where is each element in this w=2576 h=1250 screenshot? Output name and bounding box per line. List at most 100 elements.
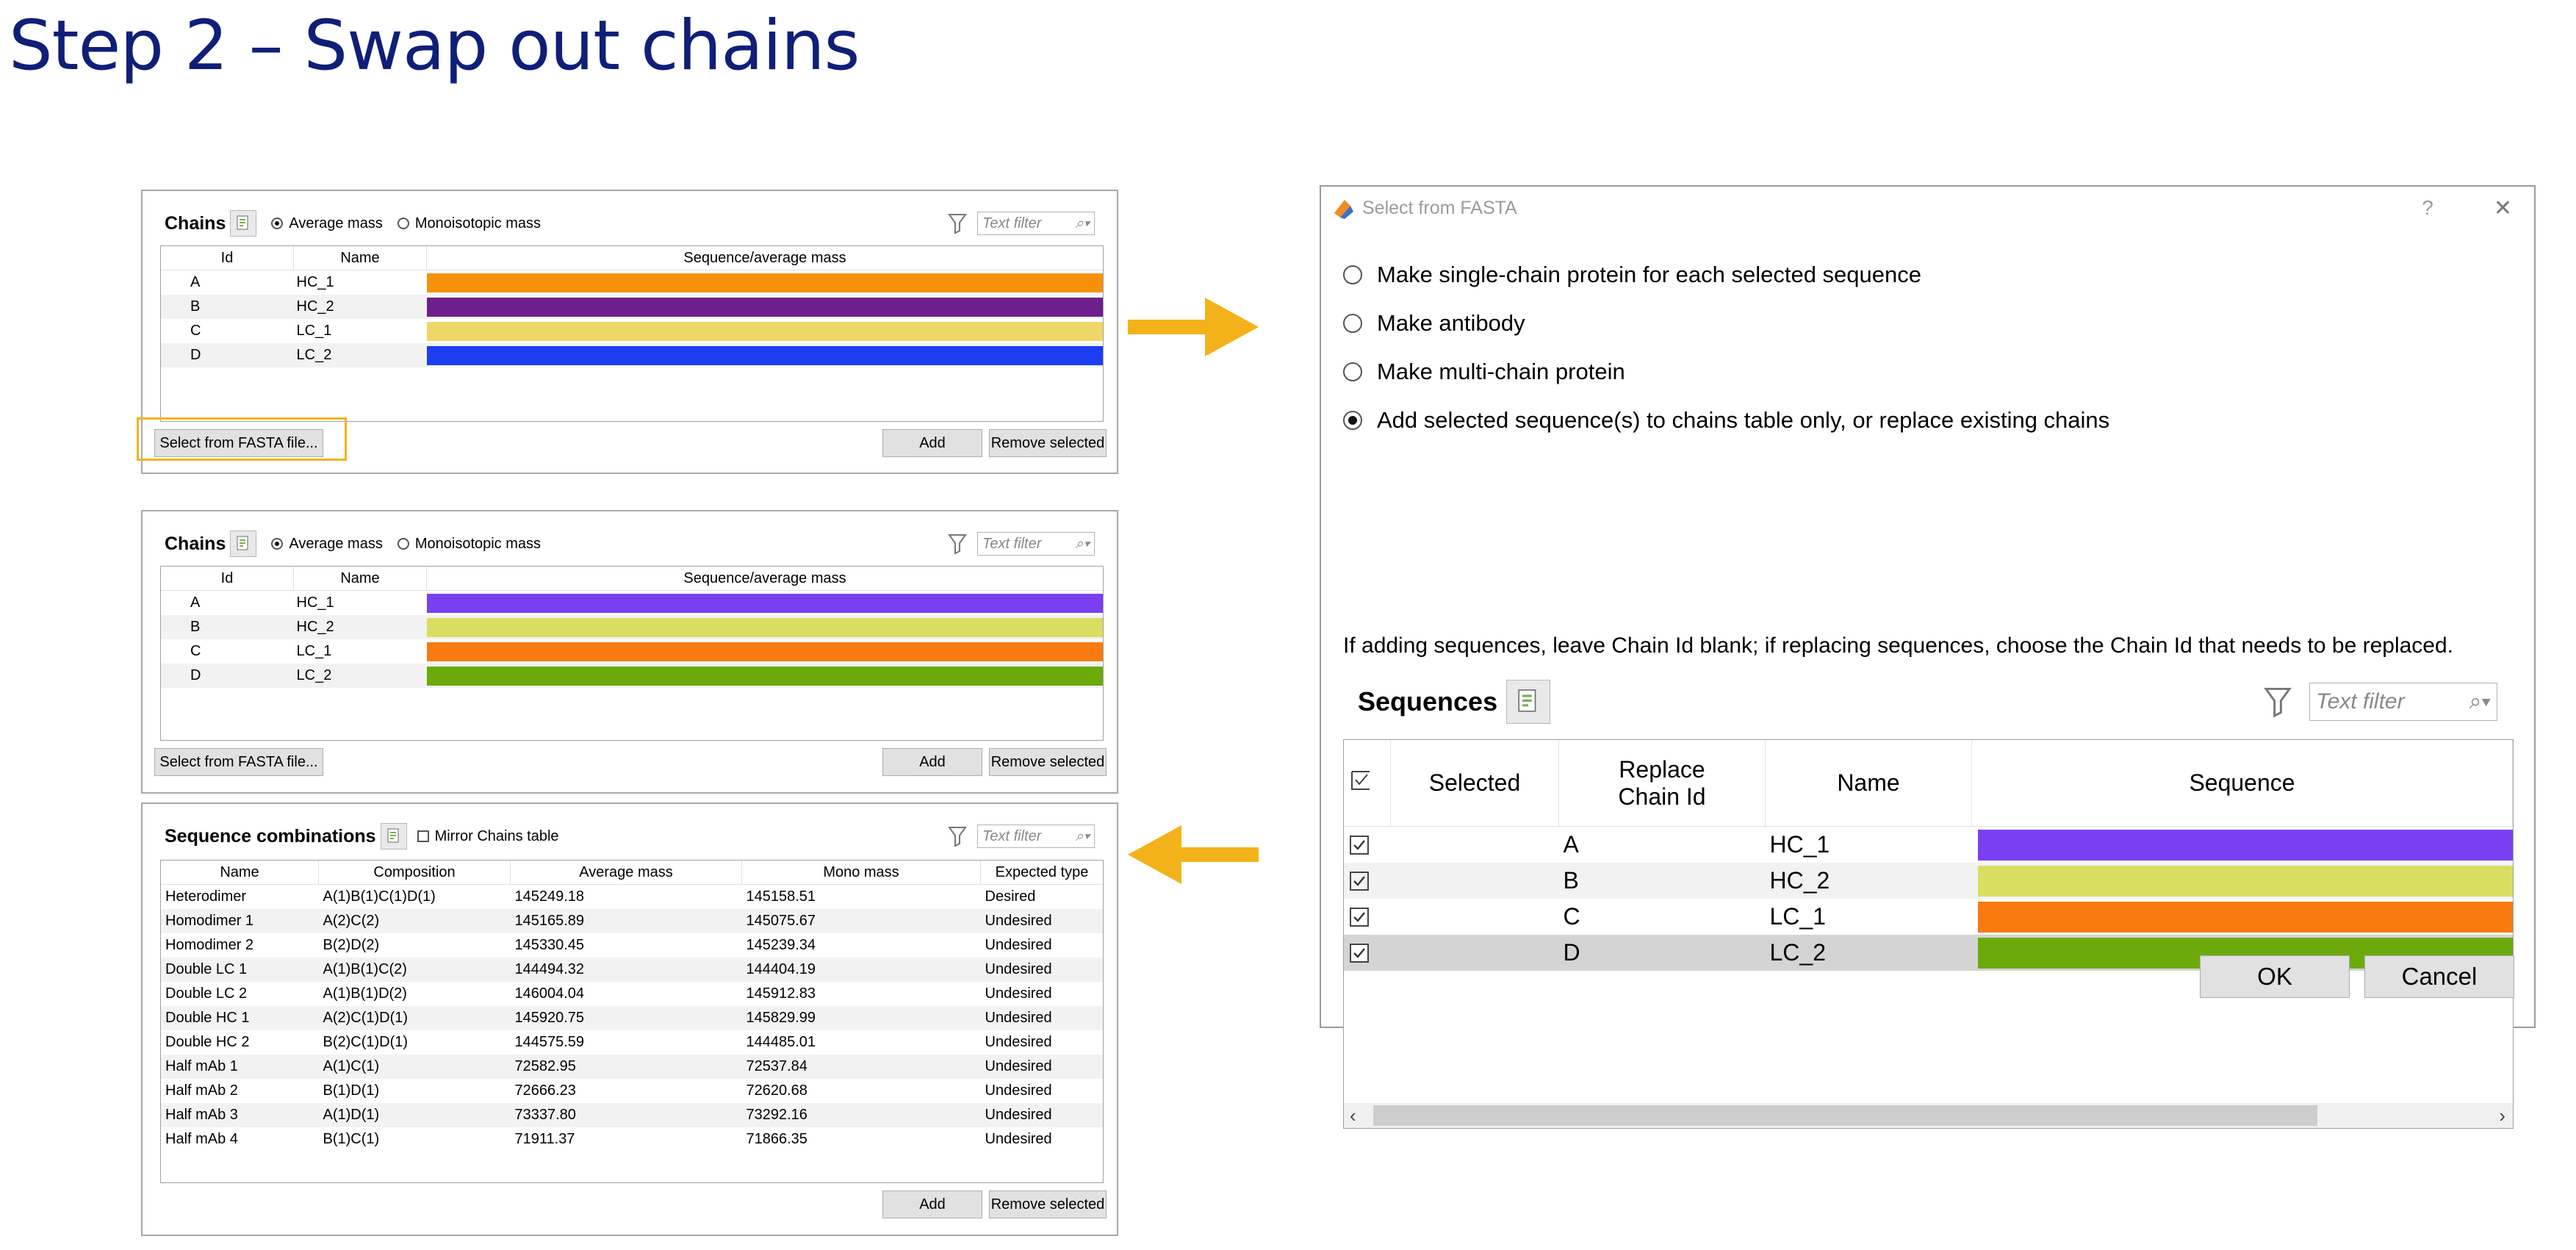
cancel-button[interactable]: Cancel <box>2364 955 2514 998</box>
dialog-title: Select from FASTA <box>1362 197 1517 218</box>
col-id[interactable]: Id <box>161 567 294 591</box>
select-all-checkbox[interactable] <box>1344 740 1391 827</box>
table-row[interactable]: A HC_1 <box>161 270 1103 295</box>
table-row[interactable]: D LC_2 <box>161 664 1103 688</box>
add-button[interactable]: Add <box>882 1190 982 1218</box>
chains-title: Chains <box>165 533 226 554</box>
table-row[interactable]: D LC_2 <box>161 343 1103 367</box>
table-row[interactable]: A HC_1 <box>1344 827 2513 863</box>
table-row[interactable]: Double HC 2 B(2)C(1)D(1) 144575.59 144485.0… <box>161 1030 1103 1055</box>
option-label: Make antibody <box>1377 310 1525 336</box>
table-row[interactable]: C LC_1 <box>1344 899 2513 935</box>
col-composition[interactable]: Composition <box>318 861 511 885</box>
table-row[interactable]: B HC_2 <box>161 615 1103 639</box>
ok-button[interactable]: OK <box>2200 955 2350 998</box>
col-name[interactable]: Name <box>293 567 427 591</box>
horizontal-scrollbar[interactable]: ‹ › <box>1344 1103 2513 1128</box>
scrollbar-thumb[interactable] <box>1373 1105 2317 1126</box>
table-row[interactable]: B HC_2 <box>1344 863 2513 899</box>
table-row[interactable]: Half mAb 1 A(1)C(1) 72582.95 72537.84 Undesi… <box>161 1055 1103 1079</box>
col-sequence[interactable]: Sequence <box>1971 740 2513 827</box>
table-row[interactable]: Heterodimer A(1)B(1)C(1)D(1) 145249.18 1451… <box>161 885 1103 910</box>
replace-chain-id[interactable]: A <box>1559 827 1766 863</box>
table-row[interactable]: A HC_1 <box>161 591 1103 616</box>
combo-mono-mass: 73292.16 <box>741 1103 981 1127</box>
table-row[interactable]: C LC_1 <box>161 319 1103 343</box>
col-sequence[interactable]: Sequence/average mass <box>426 567 1103 591</box>
option-single-chain[interactable]: Make single-chain protein for each selec… <box>1343 262 1921 288</box>
export-table-icon[interactable] <box>1506 680 1551 724</box>
export-table-icon[interactable] <box>230 210 257 237</box>
remove-selected-button[interactable]: Remove selected <box>989 1190 1107 1218</box>
col-id[interactable]: Id <box>161 246 294 270</box>
col-replace-chain-id[interactable]: Replace Chain Id <box>1558 740 1766 827</box>
option-radio[interactable] <box>1343 411 1362 430</box>
help-icon[interactable]: ? <box>2422 196 2433 220</box>
replace-chain-id[interactable]: B <box>1558 863 1766 899</box>
sequence-bar <box>1977 901 2513 933</box>
table-row[interactable]: Half mAb 2 B(1)D(1) 72666.23 72620.68 Undesi… <box>161 1079 1103 1103</box>
combo-expected-type: Undesired <box>980 1103 1103 1127</box>
combo-average-mass: 71911.37 <box>514 1131 575 1147</box>
col-average-mass[interactable]: Average mass <box>510 861 742 885</box>
text-filter-input[interactable]: Text filter ⌕▾ <box>977 532 1095 556</box>
row-checkbox[interactable] <box>1350 944 1369 963</box>
filter-icon[interactable] <box>948 533 967 555</box>
col-sequence[interactable]: Sequence/average mass <box>426 246 1103 270</box>
row-checkbox[interactable] <box>1350 872 1369 891</box>
table-row[interactable]: Homodimer 1 A(2)C(2) 145165.89 145075.67 Und… <box>161 909 1103 933</box>
remove-selected-button[interactable]: Remove selected <box>989 748 1107 776</box>
option-radio[interactable] <box>1343 362 1362 381</box>
add-button[interactable]: Add <box>882 429 982 457</box>
option-antibody[interactable]: Make antibody <box>1343 310 1525 337</box>
close-icon[interactable]: ✕ <box>2494 195 2512 221</box>
search-icon: ⌕▾ <box>2469 689 2491 714</box>
col-name[interactable]: Name <box>293 246 427 270</box>
col-mono-mass[interactable]: Mono mass <box>741 861 981 885</box>
option-radio[interactable] <box>1343 314 1362 333</box>
filter-icon[interactable] <box>948 212 967 234</box>
remove-selected-button[interactable]: Remove selected <box>989 429 1107 457</box>
table-row[interactable]: B HC_2 <box>161 295 1103 319</box>
option-radio[interactable] <box>1343 265 1362 284</box>
text-filter-input[interactable]: Text filter ⌕▾ <box>977 212 1095 235</box>
scroll-right-icon[interactable]: › <box>2499 1104 2505 1127</box>
monoisotopic-mass-radio[interactable] <box>397 218 409 229</box>
select-from-fasta-button[interactable]: Select from FASTA file... <box>154 748 323 776</box>
average-mass-radio[interactable] <box>271 218 284 229</box>
option-multi-chain[interactable]: Make multi-chain protein <box>1343 359 1625 385</box>
chain-name: HC_2 <box>293 295 427 319</box>
table-row[interactable]: C LC_1 <box>161 639 1103 664</box>
combo-average-mass: 145165.89 <box>510 909 742 933</box>
table-row[interactable]: Half mAb 4 B(1)C(1) 71911.37 71866.35 Undesi… <box>161 1127 1103 1152</box>
table-row[interactable]: Double LC 1 A(1)B(1)C(2) 144494.32 144404.1… <box>161 958 1103 982</box>
monoisotopic-mass-radio[interactable] <box>397 538 409 550</box>
combo-average-mass: 146004.04 <box>514 985 585 1002</box>
combo-composition: B(1)D(1) <box>323 1082 380 1099</box>
col-name[interactable]: Name <box>161 861 319 885</box>
mirror-chains-checkbox[interactable] <box>417 830 429 842</box>
export-table-icon[interactable] <box>230 531 257 557</box>
filter-icon[interactable] <box>2264 686 2292 718</box>
table-row[interactable]: Double LC 2 A(1)B(1)D(2) 146004.04 145912.8… <box>161 982 1103 1006</box>
table-row[interactable]: Double HC 1 A(2)C(1)D(1) 145920.75 145829.9… <box>161 1006 1103 1030</box>
replace-chain-id[interactable]: D <box>1558 935 1766 971</box>
scroll-left-icon[interactable]: ‹ <box>1350 1104 1356 1127</box>
text-filter-input[interactable]: Text filter ⌕▾ <box>977 825 1095 848</box>
table-row[interactable]: Homodimer 2 B(2)D(2) 145330.45 145239.34 Und… <box>161 933 1103 958</box>
col-name[interactable]: Name <box>1765 740 1972 827</box>
filter-icon[interactable] <box>948 825 967 847</box>
add-button[interactable]: Add <box>882 748 982 776</box>
table-row[interactable]: Half mAb 3 A(1)D(1) 73337.80 73292.16 Undesi… <box>161 1103 1103 1127</box>
col-selected[interactable]: Selected <box>1390 740 1559 827</box>
col-expected-type[interactable]: Expected type <box>980 861 1103 885</box>
arrow-right-icon <box>1128 298 1259 356</box>
chain-id: C <box>190 323 201 339</box>
option-add-or-replace[interactable]: Add selected sequence(s) to chains table… <box>1343 407 2109 434</box>
average-mass-radio[interactable] <box>271 538 284 550</box>
row-checkbox[interactable] <box>1350 836 1369 855</box>
replace-chain-id[interactable]: C <box>1559 899 1766 935</box>
export-table-icon[interactable] <box>380 823 407 850</box>
row-checkbox[interactable] <box>1350 908 1369 927</box>
text-filter-input[interactable]: Text filter ⌕▾ <box>2309 683 2497 721</box>
